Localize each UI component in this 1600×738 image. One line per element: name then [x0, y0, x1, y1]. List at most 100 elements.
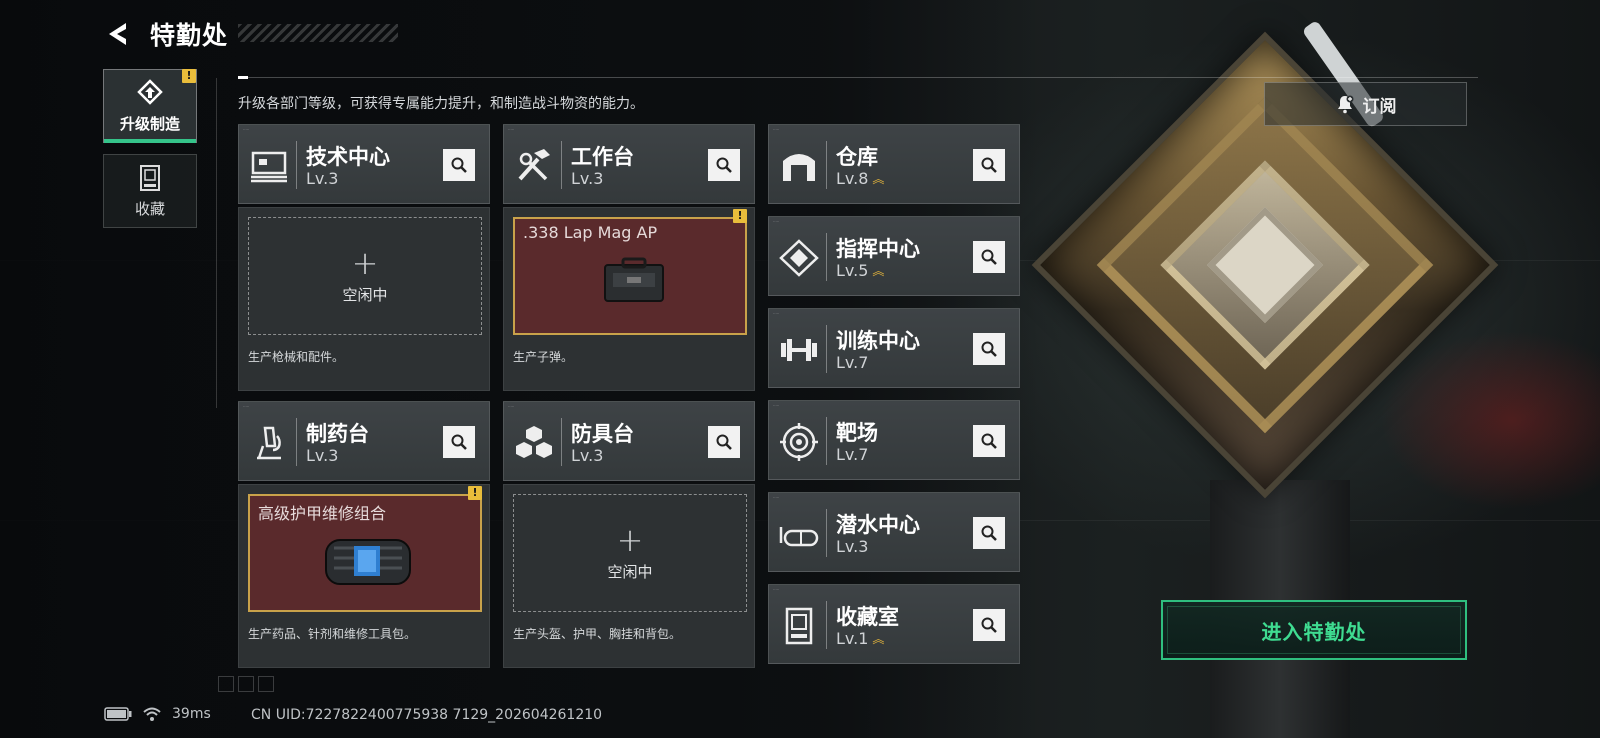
- facility-level: Lv.8 ︽: [836, 169, 884, 188]
- collection-icon: [140, 164, 160, 191]
- search-icon: [716, 157, 732, 173]
- inspect-button[interactable]: [973, 149, 1005, 181]
- cubes-icon: [516, 426, 552, 458]
- search-icon: [981, 249, 997, 265]
- enter-hq-button[interactable]: 进入特勤处: [1161, 600, 1467, 660]
- production-slot-active[interactable]: .338 Lap Mag AP !: [513, 209, 747, 335]
- armor-bench-production: + 空闲中 生产头盔、护甲、胸挂和背包。: [503, 484, 755, 668]
- separator: [561, 418, 562, 466]
- facility-name: 防具台: [571, 422, 634, 446]
- item-name: 高级护甲维修组合: [258, 504, 387, 523]
- separator: [561, 141, 562, 189]
- facility-training-center[interactable]: ····· 训练中心 Lv.7: [768, 308, 1020, 388]
- production-slot-empty[interactable]: + 空闲中: [513, 494, 747, 612]
- separator: [826, 325, 827, 373]
- production-slot-empty[interactable]: + 空闲中: [248, 217, 482, 335]
- upgrade-chevron-icon: ︽: [872, 172, 885, 186]
- facility-level: Lv.5 ︽: [836, 261, 884, 280]
- level-text: Lv.8: [836, 169, 869, 188]
- goggles-icon: [779, 527, 819, 547]
- production-desc: 生产枪械和配件。: [248, 350, 345, 364]
- facility-name: 训练中心: [836, 329, 920, 353]
- facility-name: 靶场: [836, 421, 878, 445]
- facility-tech-center[interactable]: ····· 技术中心 Lv.3: [238, 124, 490, 204]
- inspect-button[interactable]: [708, 149, 740, 181]
- microscope-icon: [257, 426, 281, 460]
- subscribe-button[interactable]: 订阅: [1264, 82, 1467, 126]
- facility-name: 潜水中心: [836, 513, 920, 537]
- page-title: 特勤处: [150, 21, 229, 50]
- facility-level: Lv.3: [571, 446, 604, 465]
- facility-level: Lv.3: [306, 169, 339, 188]
- facility-armor-bench[interactable]: ····· 防具台 Lv.3: [503, 401, 755, 481]
- warehouse-icon: [783, 154, 815, 181]
- facility-level: Lv.3: [836, 537, 869, 556]
- subscribe-label: 订阅: [1362, 96, 1397, 117]
- level-text: Lv.5: [836, 261, 869, 280]
- search-icon: [981, 525, 997, 541]
- card-serial: ·····: [773, 127, 780, 132]
- inspect-button[interactable]: [973, 609, 1005, 641]
- tools-icon: [518, 149, 550, 181]
- search-icon: [981, 157, 997, 173]
- divider-vertical: [216, 78, 217, 408]
- facility-name: 工作台: [571, 145, 634, 169]
- upgrade-chevron-icon: ︽: [872, 632, 885, 646]
- divider: [238, 77, 1478, 78]
- divider-accent: [238, 76, 248, 79]
- facility-level: Lv.3: [571, 169, 604, 188]
- inspect-button[interactable]: [973, 425, 1005, 457]
- inspect-button[interactable]: [973, 333, 1005, 365]
- repair-kit-image: [325, 539, 411, 585]
- workbench-production: .338 Lap Mag AP ! 生产子弹。: [503, 207, 755, 391]
- tab-label: 升级制造: [119, 114, 180, 133]
- facility-workbench[interactable]: ····· 工作台 Lv.3: [503, 124, 755, 204]
- card-serial: ·····: [773, 311, 780, 316]
- facility-pharmacy[interactable]: ····· 制药台 Lv.3: [238, 401, 490, 481]
- status-bar: 39ms: [104, 706, 211, 722]
- plus-icon: +: [616, 520, 644, 559]
- card-serial: ·····: [773, 495, 780, 500]
- enter-label: 进入特勤处: [1261, 619, 1367, 644]
- tech-center-production: + 空闲中 生产枪械和配件。: [238, 207, 490, 391]
- search-icon: [981, 433, 997, 449]
- command-icon: [779, 239, 819, 277]
- facility-name: 技术中心: [306, 145, 390, 169]
- inspect-button[interactable]: [973, 241, 1005, 273]
- page-subtitle: 升级各部门等级，可获得专属能力提升，和制造战斗物资的能力。: [238, 96, 644, 112]
- separator: [296, 418, 297, 466]
- tech-center-icon: [251, 151, 287, 183]
- facility-name: 制药台: [306, 422, 369, 446]
- facility-diving-center[interactable]: ····· 潜水中心 Lv.3: [768, 492, 1020, 572]
- level-text: Lv.1: [836, 629, 869, 648]
- tab-upgrade-craft[interactable]: 升级制造 !: [103, 69, 197, 143]
- search-icon: [716, 434, 732, 450]
- facility-level: Lv.7: [836, 445, 869, 464]
- facility-shooting-range[interactable]: ····· 靶场 Lv.7: [768, 400, 1020, 480]
- card-serial: ·····: [243, 127, 250, 132]
- corner-decoration: [218, 676, 274, 692]
- back-button[interactable]: [104, 20, 132, 48]
- title-decoration: [238, 24, 398, 42]
- upgrade-chevron-icon: ︽: [872, 264, 885, 278]
- warning-badge: !: [468, 486, 482, 500]
- tab-collection[interactable]: 收藏: [103, 154, 197, 228]
- inspect-button[interactable]: [443, 149, 475, 181]
- inspect-button[interactable]: [708, 426, 740, 458]
- trophy-case-icon: [785, 607, 813, 645]
- uid-text: CN UID:7227822400775938 7129_20260426121…: [251, 707, 603, 723]
- facility-command-center[interactable]: ····· 指挥中心 Lv.5 ︽: [768, 216, 1020, 296]
- production-desc: 生产药品、针剂和维修工具包。: [248, 627, 417, 641]
- ammo-box-image: [604, 257, 664, 302]
- inspect-button[interactable]: [973, 517, 1005, 549]
- production-slot-active[interactable]: 高级护甲维修组合 !: [248, 486, 482, 612]
- item-name: .338 Lap Mag AP: [523, 223, 658, 242]
- separator: [296, 141, 297, 189]
- facility-warehouse[interactable]: ····· 仓库 Lv.8 ︽: [768, 124, 1020, 204]
- facility-level: Lv.7: [836, 353, 869, 372]
- card-serial: ·····: [773, 403, 780, 408]
- facility-collection-room[interactable]: ····· 收藏室 Lv.1 ︽: [768, 584, 1020, 664]
- facility-name: 仓库: [836, 145, 878, 169]
- search-icon: [981, 617, 997, 633]
- inspect-button[interactable]: [443, 426, 475, 458]
